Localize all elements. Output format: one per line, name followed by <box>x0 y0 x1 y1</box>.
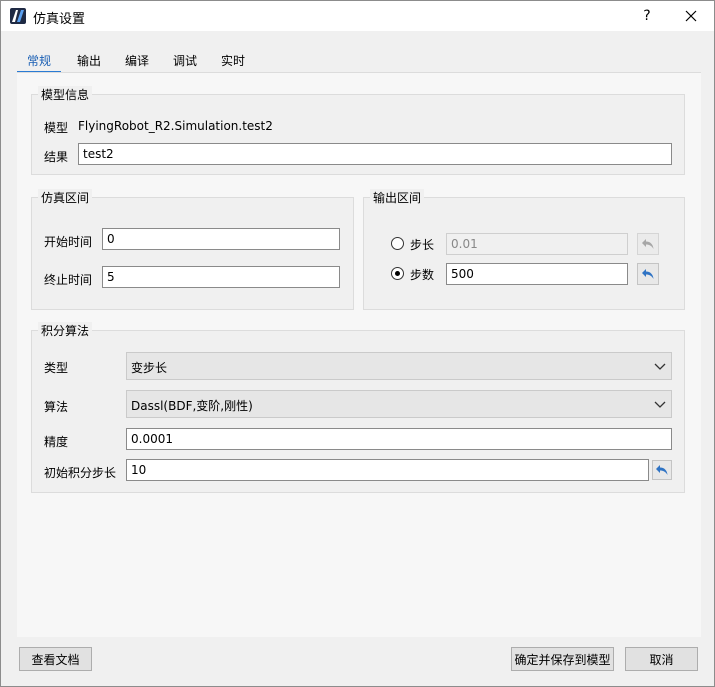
type-select[interactable]: 变步长 <box>126 352 672 380</box>
step-size-input[interactable] <box>446 233 628 255</box>
tab-general[interactable]: 常规 <box>17 47 61 73</box>
tab-output[interactable]: 输出 <box>73 47 105 73</box>
tab-realtime[interactable]: 实时 <box>217 47 249 73</box>
init-step-input[interactable] <box>126 459 649 481</box>
chevron-down-icon <box>654 401 666 408</box>
title-bar: 仿真设置 ? <box>1 1 714 31</box>
result-input[interactable] <box>78 143 672 165</box>
model-info-title: 模型信息 <box>38 86 93 103</box>
type-select-value: 变步长 <box>131 361 168 375</box>
algorithm-select-value: Dassl(BDF,变阶,刚性) <box>131 399 253 413</box>
step-size-label: 步长 <box>410 238 435 252</box>
simulation-settings-dialog: 仿真设置 ? 常规 输出 编译 调试 实时 模型信息 模型 FlyingRobo… <box>0 0 715 687</box>
model-label: 模型 <box>44 121 69 135</box>
app-logo-icon <box>10 8 26 24</box>
init-step-label: 初始积分步长 <box>44 466 117 480</box>
stop-time-input[interactable] <box>102 266 340 288</box>
sim-interval-title: 仿真区间 <box>38 189 93 206</box>
close-icon <box>685 10 697 22</box>
algorithm-select[interactable]: Dassl(BDF,变阶,刚性) <box>126 390 672 418</box>
close-button[interactable] <box>669 1 713 31</box>
step-count-reset-button[interactable] <box>637 263 659 285</box>
integration-group: 积分算法 类型 变步长 算法 Dassl(BDF,变阶,刚性) 精度 初始积分步… <box>31 322 685 493</box>
tab-debug[interactable]: 调试 <box>169 47 201 73</box>
undo-arrow-icon <box>642 239 654 249</box>
step-count-label: 步数 <box>410 268 435 282</box>
undo-arrow-icon <box>656 465 668 475</box>
init-step-reset-button[interactable] <box>652 460 672 480</box>
precision-input[interactable] <box>126 428 672 450</box>
model-info-group: 模型信息 模型 FlyingRobot_R2.Simulation.test2 … <box>31 86 685 175</box>
sim-interval-group: 仿真区间 开始时间 终止时间 <box>31 189 354 310</box>
model-name: FlyingRobot_R2.Simulation.test2 <box>78 119 273 133</box>
chevron-down-icon <box>654 363 666 370</box>
step-count-input[interactable] <box>446 263 628 285</box>
algorithm-label: 算法 <box>44 400 69 414</box>
confirm-save-button[interactable]: 确定并保存到模型 <box>511 647 614 671</box>
step-size-radio[interactable] <box>391 237 404 250</box>
integration-title: 积分算法 <box>38 322 93 339</box>
start-time-input[interactable] <box>102 228 340 250</box>
output-interval-group: 输出区间 步长 步数 <box>363 189 685 310</box>
cancel-button[interactable]: 取消 <box>625 647 698 671</box>
undo-arrow-icon <box>642 269 654 279</box>
help-button[interactable]: ? <box>625 1 669 31</box>
precision-label: 精度 <box>44 435 69 449</box>
type-label: 类型 <box>44 361 69 375</box>
start-time-label: 开始时间 <box>44 235 93 249</box>
tab-compile[interactable]: 编译 <box>121 47 153 73</box>
step-count-radio[interactable] <box>391 267 404 280</box>
step-size-reset-button[interactable] <box>637 233 659 255</box>
output-interval-title: 输出区间 <box>370 189 425 206</box>
stop-time-label: 终止时间 <box>44 273 93 287</box>
result-label: 结果 <box>44 150 69 164</box>
window-title: 仿真设置 <box>33 12 86 27</box>
view-docs-button[interactable]: 查看文档 <box>19 647 92 671</box>
